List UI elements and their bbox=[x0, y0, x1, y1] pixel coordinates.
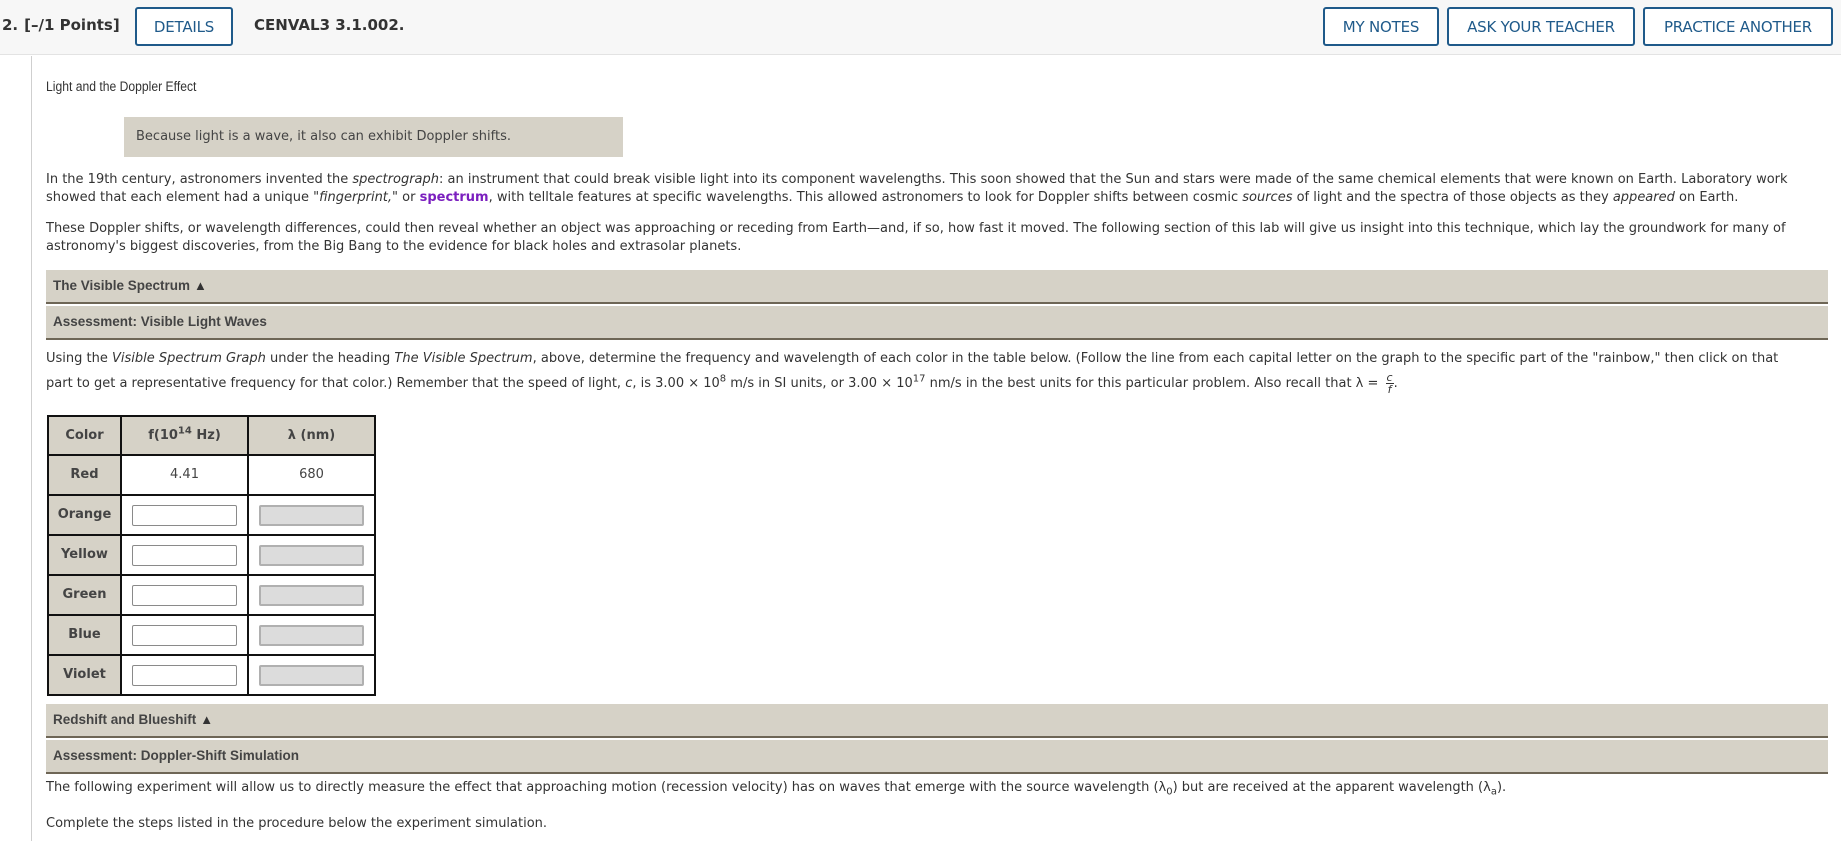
text: ) but are received at the apparent wavel… bbox=[1172, 780, 1491, 795]
text: ). bbox=[1496, 780, 1507, 795]
wavelength-cell bbox=[247, 494, 376, 536]
question-header: 2. [–/1 Points] DETAILS CENVAL3 3.1.002. … bbox=[0, 0, 1841, 55]
text: under the heading bbox=[265, 351, 395, 366]
spectrum-link[interactable]: spectrum bbox=[420, 190, 489, 205]
text: of light and the spectra of those object… bbox=[1292, 190, 1613, 205]
header-color: Color bbox=[47, 415, 122, 456]
wavelength-cell bbox=[247, 654, 376, 696]
fraction-c-over-f: cf bbox=[1385, 372, 1394, 396]
section-assessment-visible-light: Assessment: Visible Light Waves bbox=[46, 306, 1828, 340]
wavelength-input-blue bbox=[259, 624, 364, 646]
frequency-input-yellow[interactable] bbox=[132, 544, 237, 566]
text: on Earth. bbox=[1674, 190, 1739, 205]
text: Hz) bbox=[191, 427, 221, 443]
my-notes-button[interactable]: MY NOTES bbox=[1323, 7, 1439, 46]
practice-another-button[interactable]: PRACTICE ANOTHER bbox=[1643, 7, 1833, 46]
table-row: Blue bbox=[47, 614, 376, 656]
header-wavelength: λ (nm) bbox=[247, 415, 376, 456]
instructions-paragraph: Using the Visible Spectrum Graph under t… bbox=[46, 346, 1806, 396]
doppler-paragraph: These Doppler shifts, or wavelength diff… bbox=[46, 221, 1786, 254]
text: Using the bbox=[46, 351, 112, 366]
section-title: Redshift and Blueshift bbox=[53, 712, 197, 727]
term-graph: Visible Spectrum Graph bbox=[112, 351, 266, 366]
color-label: Green bbox=[47, 574, 122, 616]
text: In the 19th century, astronomers invente… bbox=[46, 172, 353, 187]
wavelength-input-green bbox=[259, 584, 364, 606]
question-number-text: 2. bbox=[2, 16, 19, 34]
table-row: Violet bbox=[47, 654, 376, 696]
question-id: CENVAL3 3.1.002. bbox=[254, 16, 405, 34]
term-heading: The Visible Spectrum bbox=[394, 351, 533, 366]
exponent: 14 bbox=[177, 425, 192, 437]
term-appeared: appeared bbox=[1612, 190, 1675, 205]
text: m/s in SI units, or 3.00 × 10 bbox=[726, 376, 913, 391]
text: " or bbox=[392, 190, 420, 205]
table-row: Yellow bbox=[47, 534, 376, 576]
section-assessment-doppler: Assessment: Doppler-Shift Simulation bbox=[46, 740, 1828, 774]
wavelength-cell bbox=[247, 534, 376, 576]
section-title: Assessment: Doppler-Shift Simulation bbox=[53, 748, 300, 763]
points-label: [–/1 Points] bbox=[24, 16, 120, 34]
frequency-input-violet[interactable] bbox=[132, 664, 237, 686]
wavelength-cell bbox=[247, 574, 376, 616]
exponent: 17 bbox=[912, 373, 926, 385]
color-label: Red bbox=[47, 454, 122, 496]
wavelength-input-orange bbox=[259, 504, 364, 526]
color-frequency-table: Color f(1014 Hz) λ (nm) Red 4.41 680 Ora… bbox=[47, 415, 376, 696]
text: , is 3.00 × 10 bbox=[632, 376, 720, 391]
frequency-cell bbox=[120, 494, 249, 536]
denominator: f bbox=[1387, 383, 1392, 396]
frequency-value: 4.41 bbox=[120, 454, 249, 496]
question-number: 2. [–/1 Points] bbox=[2, 16, 120, 34]
wavelength-input-violet bbox=[259, 664, 364, 686]
term-sources: sources bbox=[1242, 190, 1293, 205]
section-title: Assessment: Visible Light Waves bbox=[53, 314, 267, 329]
term-fingerprint: fingerprint, bbox=[319, 190, 393, 205]
procedure-note: Complete the steps listed in the procedu… bbox=[46, 816, 548, 831]
collapse-triangle-icon[interactable]: ▲ bbox=[200, 711, 213, 729]
section-visible-spectrum[interactable]: The Visible Spectrum ▲ bbox=[46, 270, 1828, 304]
color-label: Violet bbox=[47, 654, 122, 696]
frequency-input-blue[interactable] bbox=[132, 624, 237, 646]
experiment-paragraph: The following experiment will allow us t… bbox=[46, 779, 1806, 797]
term-spectrograph: spectrograph bbox=[352, 172, 440, 187]
callout-box: Because light is a wave, it also can exh… bbox=[124, 117, 623, 157]
callout-text: Because light is a wave, it also can exh… bbox=[136, 129, 511, 144]
intro-paragraph: In the 19th century, astronomers invente… bbox=[46, 171, 1806, 207]
frequency-cell bbox=[120, 534, 249, 576]
wavelength-cell bbox=[247, 614, 376, 656]
text: . bbox=[1393, 376, 1398, 391]
frequency-cell bbox=[120, 654, 249, 696]
frequency-input-green[interactable] bbox=[132, 584, 237, 606]
details-button[interactable]: DETAILS bbox=[135, 7, 233, 46]
lab-title: Light and the Doppler Effect bbox=[46, 79, 197, 94]
table-header-row: Color f(1014 Hz) λ (nm) bbox=[47, 415, 376, 456]
ask-your-teacher-button[interactable]: ASK YOUR TEACHER bbox=[1447, 7, 1635, 46]
color-label: Blue bbox=[47, 614, 122, 656]
table-row: Red 4.41 680 bbox=[47, 454, 376, 496]
left-divider bbox=[31, 56, 32, 841]
collapse-triangle-icon[interactable]: ▲ bbox=[194, 277, 207, 295]
frequency-cell bbox=[120, 614, 249, 656]
text: nm/s in the best units for this particul… bbox=[925, 376, 1383, 391]
frequency-cell bbox=[120, 574, 249, 616]
text: , with telltale features at specific wav… bbox=[488, 190, 1243, 205]
header-frequency: f(1014 Hz) bbox=[120, 415, 249, 456]
color-label: Yellow bbox=[47, 534, 122, 576]
text: f(10 bbox=[148, 427, 178, 443]
text: The following experiment will allow us t… bbox=[46, 780, 1167, 795]
section-title: The Visible Spectrum bbox=[53, 278, 191, 293]
color-label: Orange bbox=[47, 494, 122, 536]
frequency-input-orange[interactable] bbox=[132, 504, 237, 526]
wavelength-value: 680 bbox=[247, 454, 376, 496]
table-row: Green bbox=[47, 574, 376, 616]
section-redshift-blueshift[interactable]: Redshift and Blueshift ▲ bbox=[46, 704, 1828, 738]
table-row: Orange bbox=[47, 494, 376, 536]
wavelength-input-yellow bbox=[259, 544, 364, 566]
